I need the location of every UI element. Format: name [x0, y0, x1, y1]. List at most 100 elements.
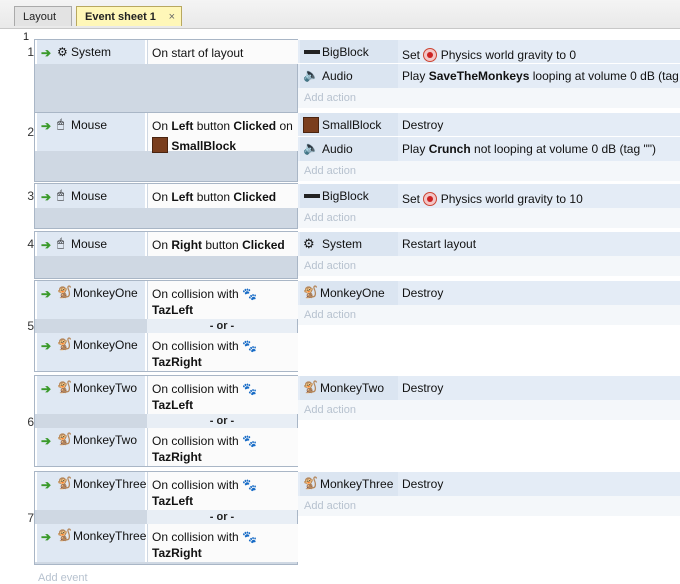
action-object: SmallBlock [322, 118, 382, 132]
condition-row[interactable]: ➔ 🐒 MonkeyOne On collision with 🐾 TazRigh… [35, 333, 298, 371]
add-action-link[interactable]: Add action [298, 496, 680, 516]
mouse-icon: 🖱 [57, 188, 65, 202]
condition-row[interactable]: ➔ 🐒 MonkeyThree On collision with 🐾 TazLe… [35, 472, 298, 510]
monkey-icon: 🐒 [303, 476, 318, 490]
arrow-icon: ➔ [41, 434, 52, 448]
condition-row[interactable]: ➔ 🖱 Mouse On Left button Clicked on Smal… [35, 113, 298, 153]
action-row[interactable]: SmallBlock Destroy [298, 112, 680, 137]
action-row[interactable]: 🐒 MonkeyTwo Destroy [298, 375, 680, 400]
action-row[interactable]: BigBlock Set Physics world gravity to 10 [298, 183, 680, 208]
close-tab-icon[interactable]: × [169, 7, 175, 27]
condition-row[interactable]: ➔ 🖱 Mouse On Left button Clicked [35, 184, 298, 208]
event-3-conditions[interactable]: ➔ 🖱 Mouse On Left button Clicked [34, 183, 298, 229]
event-number: 6 [27, 415, 34, 429]
add-event-link[interactable]: Add event [38, 572, 88, 584]
taz-icon: 🐾 [242, 478, 257, 492]
event-2-conditions[interactable]: ➔ 🖱 Mouse On Left button Clicked on Smal… [34, 112, 298, 182]
event-4-conditions[interactable]: ➔ 🖱 Mouse On Right button Clicked [34, 231, 298, 279]
object-name: MonkeyThree [73, 477, 147, 491]
condition-row[interactable]: ➔ 🐒 MonkeyThree On collision with 🐾 TazRi… [35, 524, 298, 562]
event-6-conditions[interactable]: ➔ 🐒 MonkeyTwo On collision with 🐾 TazLeft… [34, 375, 298, 467]
add-action-link[interactable]: Add action [298, 305, 680, 325]
action-text: Destroy [402, 381, 444, 395]
condition-text[interactable]: On collision with 🐾 TazRight [147, 524, 298, 562]
taz-icon: 🐾 [242, 434, 257, 448]
condition-text[interactable]: On Right button Clicked [147, 232, 298, 256]
condition-object[interactable]: ➔ 🐒 MonkeyOne [37, 333, 145, 371]
smallblock-icon [303, 117, 319, 133]
action-object: MonkeyTwo [320, 381, 385, 395]
condition-label: On collision with 🐾 TazLeft [152, 478, 257, 508]
bigblock-icon [304, 50, 320, 54]
or-separator: - or - [147, 319, 297, 333]
condition-object[interactable]: ➔ 🐒 MonkeyThree [37, 524, 146, 562]
condition-row[interactable]: ➔ 🖱 Mouse On Right button Clicked [35, 232, 298, 256]
system-gear-icon: ⚙ [57, 45, 68, 59]
condition-text[interactable]: On Left button Clicked [147, 184, 298, 208]
action-row[interactable]: 🔈 Audio Play SaveTheMonkeys looping at vo… [298, 63, 680, 88]
object-name: Mouse [71, 189, 108, 203]
event-number: 3 [27, 189, 34, 203]
event-5-conditions[interactable]: ➔ 🐒 MonkeyOne On collision with 🐾 TazLeft… [34, 280, 298, 372]
condition-text[interactable]: On collision with 🐾 TazRight [147, 333, 298, 371]
monkey-icon: 🐒 [57, 380, 72, 394]
event-number: 5 [27, 319, 34, 333]
condition-row[interactable]: ➔ 🐒 MonkeyOne On collision with 🐾 TazLeft [35, 281, 298, 319]
condition-object[interactable]: ➔ 🐒 MonkeyTwo [37, 428, 145, 466]
monkey-icon: 🐒 [303, 380, 318, 394]
action-row[interactable]: 🐒 MonkeyOne Destroy [298, 280, 680, 305]
add-action-link[interactable]: Add action [298, 256, 680, 276]
arrow-icon: ➔ [41, 339, 52, 353]
add-action-link[interactable]: Add action [298, 208, 680, 228]
event-sheet: 1 ➔ ⚙ System On start of layout BigBlock… [0, 28, 680, 584]
condition-object[interactable]: ➔ 🐒 MonkeyThree [37, 472, 147, 510]
action-object: System [322, 237, 363, 251]
condition-object[interactable]: ➔ 🖱 Mouse [37, 232, 145, 256]
object-name: MonkeyOne [73, 338, 138, 352]
condition-label: On collision with 🐾 TazRight [152, 339, 257, 369]
condition-object[interactable]: ➔ 🖱 Mouse [37, 184, 145, 208]
condition-object[interactable]: ➔ ⚙ System [37, 40, 145, 64]
condition-text[interactable]: On start of layout [147, 40, 298, 64]
tab-event-sheet-1[interactable]: Event sheet 1 × [76, 6, 182, 26]
object-name: System [71, 45, 112, 59]
event-7-conditions[interactable]: ➔ 🐒 MonkeyThree On collision with 🐾 TazLe… [34, 471, 298, 565]
action-object: MonkeyThree [320, 477, 394, 491]
condition-label: On Left button Clicked [152, 190, 277, 204]
event-number: 2 [27, 125, 34, 139]
tab-layout-1[interactable]: Layout 1 [14, 6, 72, 43]
tab-bar: Layout 1 Event sheet 1 × [0, 0, 680, 43]
action-object: MonkeyOne [320, 286, 385, 300]
action-row[interactable]: 🐒 MonkeyThree Destroy [298, 471, 680, 496]
event-number: 4 [27, 237, 34, 251]
action-object: Audio [322, 142, 353, 156]
condition-row[interactable]: ➔ ⚙ System On start of layout [35, 40, 298, 64]
object-name: Mouse [71, 237, 108, 251]
add-action-link[interactable]: Add action [298, 400, 680, 420]
condition-object[interactable]: ➔ 🐒 MonkeyTwo [37, 376, 145, 414]
action-row[interactable]: BigBlock Set Physics world gravity to 0 [298, 39, 680, 64]
add-action-link[interactable]: Add action [298, 161, 680, 181]
event-number: 7 [27, 511, 34, 525]
condition-text[interactable]: On collision with 🐾 TazLeft [147, 472, 298, 510]
or-separator: - or - [147, 510, 297, 524]
event-1-conditions[interactable]: ➔ ⚙ System On start of layout [34, 39, 298, 113]
condition-row[interactable]: ➔ 🐒 MonkeyTwo On collision with 🐾 TazLeft [35, 376, 298, 414]
bigblock-icon [304, 194, 320, 198]
arrow-icon: ➔ [41, 382, 52, 396]
condition-row[interactable]: ➔ 🐒 MonkeyTwo On collision with 🐾 TazRigh… [35, 428, 298, 466]
action-text: Play Crunch not looping at volume 0 dB (… [402, 142, 656, 156]
condition-text[interactable]: On collision with 🐾 TazLeft [147, 281, 298, 319]
add-action-link[interactable]: Add action [298, 88, 680, 108]
condition-text[interactable]: On collision with 🐾 TazLeft [147, 376, 298, 414]
action-row[interactable]: 🔈 Audio Play Crunch not looping at volume… [298, 136, 680, 161]
arrow-icon: ➔ [41, 190, 52, 204]
condition-object[interactable]: ➔ 🖱 Mouse [37, 113, 145, 151]
condition-object[interactable]: ➔ 🐒 MonkeyOne [37, 281, 145, 319]
condition-text[interactable]: On collision with 🐾 TazRight [147, 428, 298, 466]
action-text: Destroy [402, 118, 444, 132]
condition-text[interactable]: On Left button Clicked on SmallBlock [147, 113, 298, 153]
condition-label: On collision with 🐾 TazLeft [152, 382, 257, 412]
action-row[interactable]: ⚙ System Restart layout [298, 231, 680, 256]
taz-icon: 🐾 [242, 382, 257, 396]
